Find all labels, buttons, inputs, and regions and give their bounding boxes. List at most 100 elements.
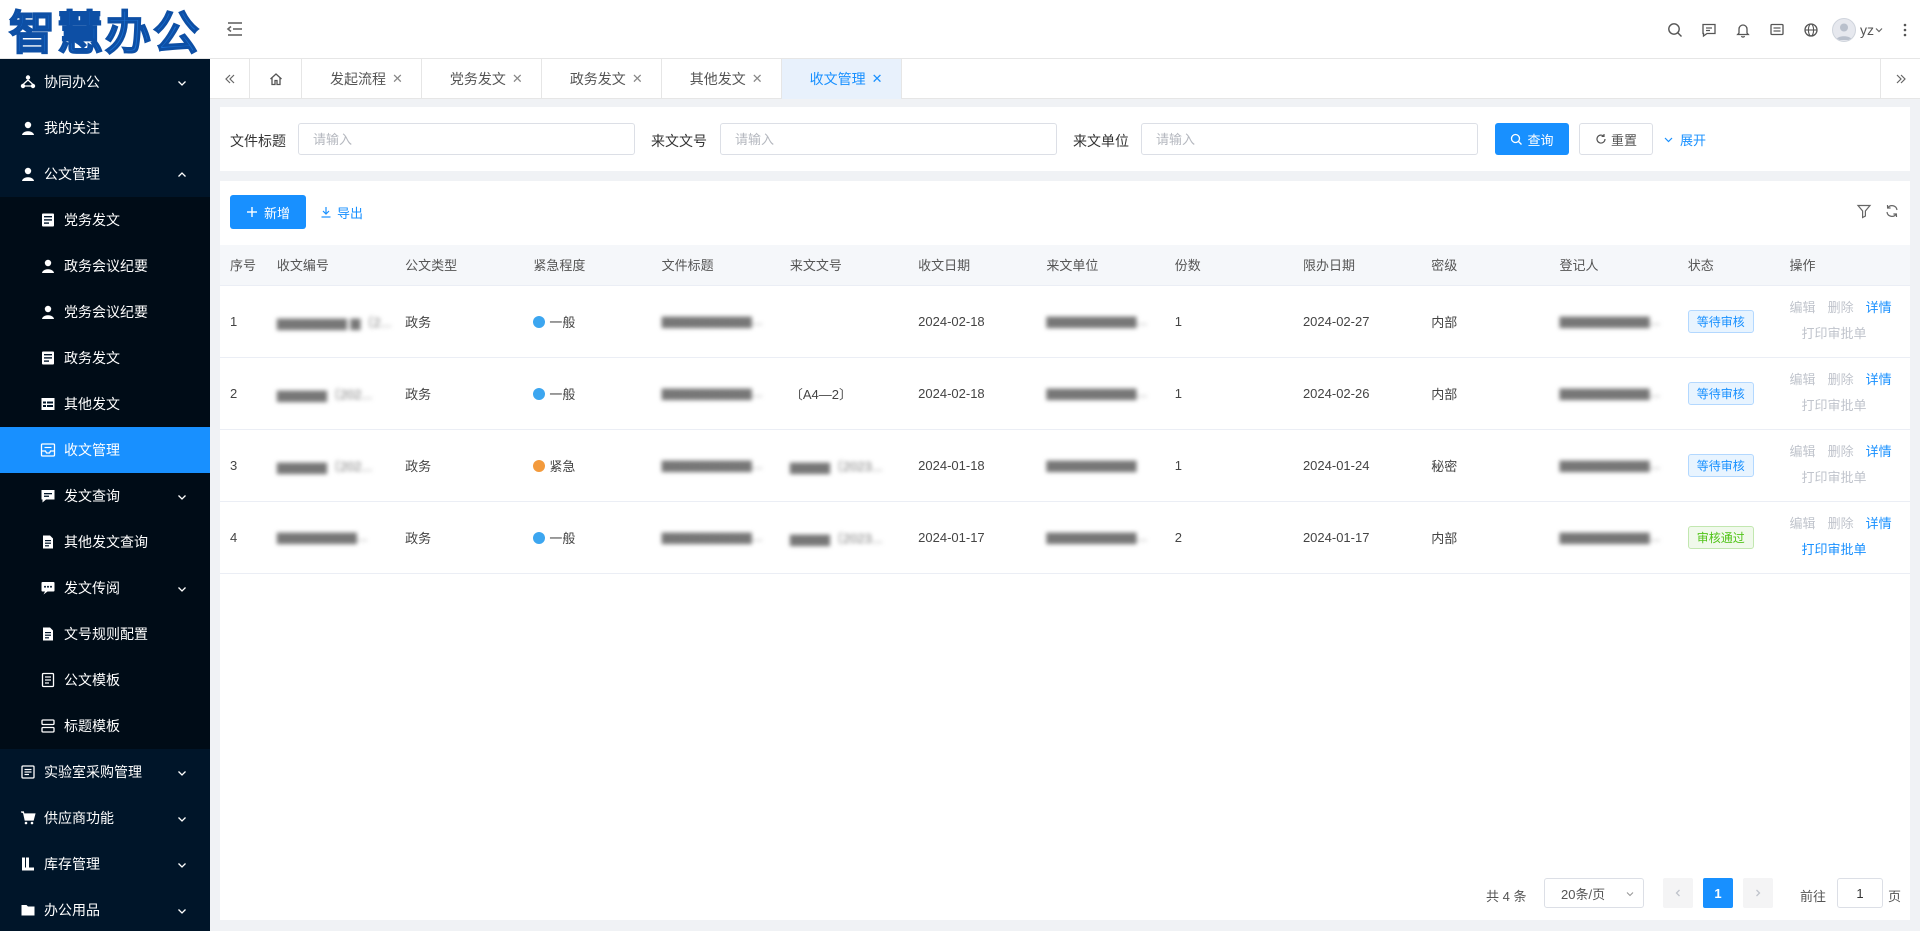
sidebar-item-10[interactable]: 其他发文查询 [0,519,210,565]
tab-1[interactable]: 党务发文 ✕ [422,59,542,99]
sidebar-item-16[interactable]: 供应商功能 [0,795,210,841]
sidebar-item-17[interactable]: 库存管理 [0,841,210,887]
sidebar-item-2[interactable]: 公文管理 [0,151,210,197]
globe-icon[interactable] [1794,13,1828,47]
sidebar-item-7[interactable]: 其他发文 [0,381,210,427]
detail-button[interactable]: 详情 [1866,300,1892,315]
sidebar-item-label: 供应商功能 [44,810,114,826]
filter-icon[interactable] [1856,203,1874,221]
notice-icon[interactable] [1760,13,1794,47]
sidebar-item-15[interactable]: 实验室采购管理 [0,749,210,795]
sidebar-toggle-icon[interactable] [224,18,246,40]
sidebar-item-13[interactable]: 公文模板 [0,657,210,703]
message-icon[interactable] [1692,13,1726,47]
column-header: 公文类型 [395,245,524,286]
edit-button[interactable]: 编辑 [1790,372,1816,387]
sidebar: 协同办公 我的关注 公文管理 党务发文 政务会议纪要 党务会议纪要 政务发文 其他发文 收文管理… [0,59,210,931]
query-button[interactable]: 查询 [1495,123,1569,155]
sidebar-item-4[interactable]: 政务会议纪要 [0,243,210,289]
tab-2[interactable]: 政务发文 ✕ [542,59,662,99]
cell-title: ▆▆▆▆▆▆▆▆▆... [651,285,780,358]
column-header: 份数 [1164,245,1293,286]
docno-filter-input[interactable] [720,123,1057,155]
tabs-scroll-left-icon[interactable] [210,59,250,99]
print-approval-button[interactable]: 打印审批单 [1802,537,1898,563]
tab-label: 收文管理 [809,71,866,87]
page-size-select[interactable]: 20条/页 [1544,878,1644,908]
detail-button[interactable]: 详情 [1866,516,1892,531]
bell-icon[interactable] [1726,13,1760,47]
sidebar-item-11[interactable]: 发文传阅 [0,565,210,611]
urgency-dot-icon [533,315,546,328]
title-filter-input[interactable] [298,123,635,155]
sidebar-item-9[interactable]: 发文查询 [0,473,210,519]
file-icon [40,534,56,550]
prev-page-button[interactable] [1663,878,1693,908]
title-filter-label: 文件标题 [230,133,286,149]
goto-page-input[interactable] [1837,878,1883,908]
cell-status: 等待审核 [1677,285,1780,358]
user-menu[interactable]: yz [1832,17,1884,42]
close-icon[interactable]: ✕ [392,71,403,87]
unit-filter-label: 来文单位 [1073,133,1129,149]
tab-4[interactable]: 收文管理 ✕ [781,59,902,99]
edit-button[interactable]: 编辑 [1790,300,1816,315]
cell-unit-value: ▆▆▆▆▆▆▆▆▆... [1046,313,1148,328]
delete-button[interactable]: 删除 [1828,372,1854,387]
sidebar-item-label: 发文传阅 [64,580,120,596]
delete-button[interactable]: 删除 [1828,444,1854,459]
cell-code: ▆▆▆▆▆▆▆ ▆〔2... [266,285,396,358]
delete-button[interactable]: 删除 [1828,300,1854,315]
export-button[interactable]: 导出 [320,195,363,229]
unit-filter-input[interactable] [1141,123,1478,155]
detail-button[interactable]: 详情 [1866,372,1892,387]
search-icon[interactable] [1658,13,1692,47]
next-page-button[interactable] [1743,878,1773,908]
sidebar-item-0[interactable]: 协同办公 [0,59,210,105]
sidebar-item-5[interactable]: 党务会议纪要 [0,289,210,335]
column-header: 限办日期 [1292,245,1422,286]
add-button[interactable]: 新增 [230,195,306,229]
edit-button[interactable]: 编辑 [1790,444,1816,459]
edit-button[interactable]: 编辑 [1790,516,1816,531]
sidebar-item-6[interactable]: 政务发文 [0,335,210,381]
tab-3[interactable]: 其他发文 ✕ [662,59,782,99]
sidebar-item-3[interactable]: 党务发文 [0,197,210,243]
tabs-scroll-right-icon[interactable] [1880,59,1920,99]
column-header: 密级 [1421,245,1550,286]
expand-button[interactable]: 展开 [1663,123,1706,155]
sidebar-item-label: 办公用品 [44,902,100,918]
detail-button[interactable]: 详情 [1866,444,1892,459]
close-icon[interactable]: ✕ [632,71,643,87]
more-vertical-icon[interactable] [1894,13,1916,47]
folder-icon [20,902,36,918]
print-approval-button[interactable]: 打印审批单 [1802,321,1898,347]
tab-0[interactable]: 发起流程 ✕ [302,59,422,99]
sidebar-item-18[interactable]: 办公用品 [0,887,210,931]
urgency-dot-icon [533,459,546,472]
cell-title-value: ▆▆▆▆▆▆▆▆▆... [661,457,763,472]
cell-secret: 内部 [1421,501,1550,574]
sidebar-item-14[interactable]: 标题模板 [0,703,210,749]
page-number-current[interactable]: 1 [1703,878,1733,908]
reset-button[interactable]: 重置 [1579,123,1653,155]
close-icon[interactable]: ✕ [872,71,883,87]
close-icon[interactable]: ✕ [752,71,763,87]
delete-button[interactable]: 删除 [1828,516,1854,531]
print-approval-button[interactable]: 打印审批单 [1802,465,1898,491]
close-icon[interactable]: ✕ [512,71,523,87]
refresh-icon[interactable] [1884,203,1902,221]
sidebar-item-1[interactable]: 我的关注 [0,105,210,151]
print-approval-button[interactable]: 打印审批单 [1802,393,1898,419]
search-panel: 文件标题 来文文号 来文单位 查询 重置 展开 [220,107,1910,171]
urgency-text: 一般 [549,386,576,402]
inbox-icon [40,442,56,458]
sidebar-item-8[interactable]: 收文管理 [0,427,210,473]
home-tab[interactable] [250,59,302,99]
column-header: 操作 [1779,245,1910,286]
cell-status: 审核通过 [1677,501,1780,574]
cell-code-value: ▆▆▆▆▆▆▆ ▆〔2... [276,314,392,330]
cell-code-value: ▆▆▆▆▆〔202... [276,458,373,474]
sidebar-item-12[interactable]: 文号规则配置 [0,611,210,657]
status-badge: 等待审核 [1687,453,1754,477]
